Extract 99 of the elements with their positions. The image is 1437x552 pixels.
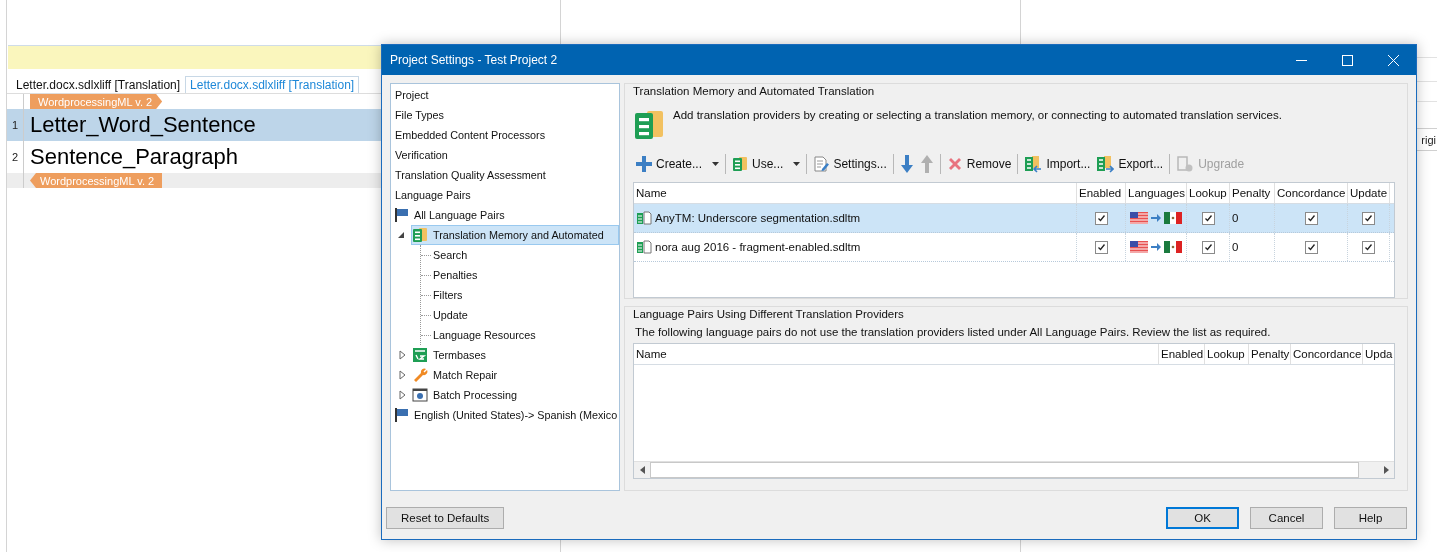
- flag-icon: [395, 408, 409, 422]
- column-header: rigi: [1421, 133, 1437, 146]
- mexico-flag-icon: [1164, 241, 1182, 253]
- description: Add translation providers by creating or selecting a translation memory, or connecting to automated translation services.: [673, 109, 1282, 121]
- arrow-right-icon: [1151, 243, 1161, 251]
- import-button[interactable]: Import...: [1021, 152, 1094, 176]
- dialog-button[interactable]: Cancel: [1250, 507, 1323, 529]
- create-button[interactable]: Create...: [633, 152, 723, 176]
- memory-icon: [412, 227, 428, 243]
- dialog-button[interactable]: Help: [1334, 507, 1407, 529]
- column-header: Enabled: [1077, 183, 1126, 203]
- column-header: Update: [1348, 183, 1390, 203]
- caret-icon: [793, 162, 801, 166]
- tree-item[interactable]: Translation Quality Assessment: [394, 165, 619, 185]
- group-title: Translation Memory and Automated Translation: [633, 84, 876, 99]
- column-header: Lookup: [1187, 183, 1230, 203]
- tree-item[interactable]: Translation Memory and Automated: [411, 225, 619, 245]
- wrench-icon: [412, 367, 428, 383]
- tree-item[interactable]: Match Repair: [411, 365, 619, 385]
- segment-text: Sentence_Paragraph: [29, 143, 238, 171]
- tree-item[interactable]: English (United States)-> Spanish (Mexico: [394, 405, 619, 425]
- import-icon: [1024, 155, 1043, 173]
- us-flag-icon: [1130, 241, 1148, 253]
- memory-icon: [633, 109, 665, 141]
- expand-icon[interactable]: [397, 350, 407, 360]
- tree-item[interactable]: Verification: [394, 145, 619, 165]
- column-header: Name: [634, 344, 1159, 364]
- document-pen-icon: [813, 156, 830, 172]
- memory-file-icon: [636, 240, 652, 254]
- checkbox[interactable]: [1094, 211, 1108, 225]
- document-tab[interactable]: Letter.docx.sdlxliff [Translation]: [11, 76, 186, 93]
- arrow-right-icon: [1151, 214, 1161, 222]
- memory-icon: [732, 156, 749, 172]
- checkbox[interactable]: [1201, 211, 1215, 225]
- tree-item[interactable]: Update: [431, 305, 619, 325]
- remove-button[interactable]: Remove: [943, 152, 1015, 176]
- export-button[interactable]: Export...: [1093, 152, 1167, 176]
- dialog-button[interactable]: OK: [1166, 507, 1239, 529]
- gear-window-icon: [412, 387, 428, 403]
- column-header: Enabled: [1159, 344, 1205, 364]
- minimize-icon: [1295, 59, 1307, 61]
- checkbox[interactable]: [1304, 211, 1318, 225]
- tree-item[interactable]: All Language Pairs: [394, 205, 619, 225]
- tree-item[interactable]: Language Resources: [431, 325, 619, 345]
- arrow-down-icon: [899, 155, 914, 173]
- mexico-flag-icon: [1164, 212, 1182, 224]
- collapse-icon[interactable]: [397, 230, 407, 240]
- column-header: Penalty: [1249, 344, 1291, 364]
- plus-icon: [636, 156, 652, 172]
- scroll-left-icon: [639, 466, 645, 474]
- opening-tag: WordprocessingML v. 2: [30, 94, 163, 109]
- maximize-icon: [1341, 54, 1353, 66]
- column-header: Name: [634, 183, 1077, 203]
- window-title: Project Settings - Test Project 2: [389, 53, 559, 67]
- column-header: Concordance: [1291, 344, 1363, 364]
- checkbox[interactable]: [1201, 240, 1215, 254]
- settings-button[interactable]: Settings...: [810, 152, 890, 176]
- memory-file-icon: [636, 211, 652, 225]
- export-icon: [1096, 155, 1115, 173]
- closing-tag: WordprocessingML v. 2: [30, 173, 163, 188]
- checkbox[interactable]: [1094, 240, 1108, 254]
- column-header: Upda: [1364, 347, 1394, 362]
- tree-item[interactable]: Batch Processing: [411, 385, 619, 405]
- scroll-right-icon: [1383, 466, 1389, 474]
- expand-icon[interactable]: [397, 390, 407, 400]
- expand-icon[interactable]: [397, 370, 407, 380]
- table-cell: nora aug 2016 - fragment-enabled.sdltm: [634, 233, 1077, 261]
- tree-item[interactable]: Search: [431, 245, 619, 265]
- tree-item[interactable]: Filters: [431, 285, 619, 305]
- termbase-icon: [412, 347, 428, 363]
- description: The following language pairs do not use the translation providers listed under All Language Pairs. Review the list as required.: [635, 326, 1272, 338]
- memory-row[interactable]: nora aug 2016 - fragment-enabled.sdltm 0: [634, 233, 1394, 262]
- use-button[interactable]: Use...: [729, 152, 804, 176]
- table-cell: 0: [1230, 204, 1275, 232]
- tree-item[interactable]: Termbases: [411, 345, 619, 365]
- tree-item[interactable]: Project: [394, 85, 619, 105]
- flag-icon: [395, 208, 409, 222]
- upgrade-icon: [1176, 155, 1195, 173]
- group-title: Language Pairs Using Different Translation Providers: [633, 307, 905, 322]
- memory-row[interactable]: AnyTM: Underscore segmentation.sdltm 0: [634, 204, 1394, 233]
- checkbox[interactable]: [1362, 240, 1375, 254]
- us-flag-icon: [1130, 212, 1148, 224]
- table-cell: 0: [1230, 233, 1275, 261]
- tree-item[interactable]: Language Pairs: [394, 185, 619, 205]
- table-cell: AnyTM: Underscore segmentation.sdltm: [634, 204, 1077, 232]
- checkbox[interactable]: [1304, 240, 1318, 254]
- reset-button[interactable]: Reset to Defaults: [386, 507, 505, 529]
- arrow-up-icon: [919, 155, 934, 173]
- checkbox[interactable]: [1362, 211, 1375, 225]
- segment-text: Letter_Word_Sentence: [29, 111, 256, 139]
- column-header: Lookup: [1205, 344, 1249, 364]
- column-header: Penalty: [1230, 183, 1275, 203]
- document-tab[interactable]: Letter.docx.sdlxliff [Translation]: [185, 76, 360, 93]
- tree-item[interactable]: Penalties: [431, 265, 619, 285]
- caret-icon: [712, 162, 720, 166]
- segment-number: 1: [7, 109, 24, 141]
- column-header: Concordance: [1275, 183, 1348, 203]
- column-header: Languages: [1126, 183, 1187, 203]
- close-icon: [1387, 54, 1399, 66]
